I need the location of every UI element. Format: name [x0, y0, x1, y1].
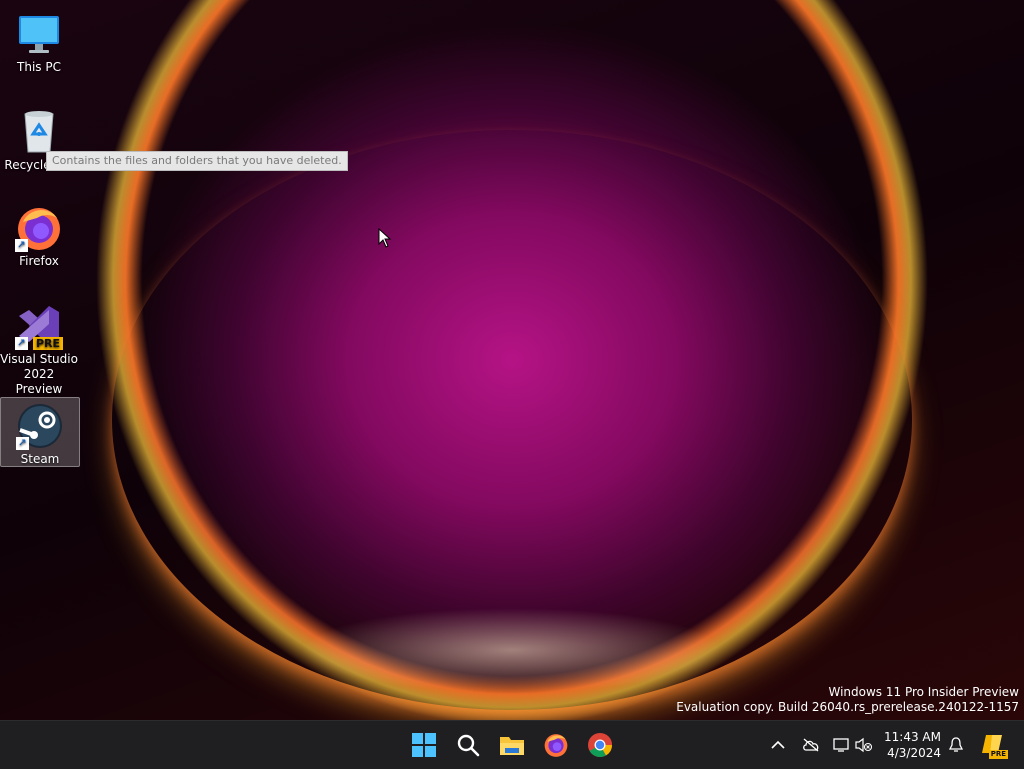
- bell-icon: [949, 737, 963, 752]
- clock[interactable]: 11:43 AM 4/3/2024: [881, 729, 941, 761]
- preview-badge: PRE: [32, 337, 63, 350]
- desktop-icon-steam[interactable]: ↗ Steam: [0, 397, 80, 467]
- desktop-icon-label: This PC: [17, 60, 61, 74]
- shortcut-arrow-icon: ↗: [15, 337, 28, 350]
- shortcut-arrow-icon: ↗: [15, 239, 28, 252]
- file-explorer-button[interactable]: [494, 727, 530, 763]
- copilot-button[interactable]: PRE: [978, 733, 1008, 759]
- desktop-icon-label: Steam: [20, 452, 60, 466]
- chevron-up-icon: [771, 740, 785, 749]
- chrome-icon: [588, 733, 612, 758]
- taskbar: 11:43 AM 4/3/2024 PRE: [0, 720, 1024, 769]
- start-icon: [412, 733, 436, 757]
- shortcut-arrow-icon: ↗: [16, 437, 29, 450]
- firefox-taskbar-button[interactable]: [538, 727, 574, 763]
- firefox-icon: ↗: [15, 204, 63, 252]
- wallpaper-glow: [112, 130, 912, 710]
- desktop-background[interactable]: This PC Recycle Bin Contains the files a…: [0, 0, 1024, 720]
- mouse-cursor-icon: [378, 227, 392, 252]
- desktop-icon-label: Visual Studio 2022 Preview: [0, 352, 78, 396]
- quick-settings-button[interactable]: [830, 733, 876, 757]
- start-button[interactable]: [406, 727, 442, 763]
- notifications-button[interactable]: [946, 733, 966, 757]
- clock-date: 4/3/2024: [887, 746, 941, 760]
- watermark-line-edition: Windows 11 Pro Insider Preview: [828, 685, 1019, 699]
- watermark-line-build: Evaluation copy. Build 26040.rs_prerelea…: [676, 700, 1019, 714]
- steam-icon: ↗: [16, 402, 64, 450]
- chrome-taskbar-button[interactable]: [582, 727, 618, 763]
- clock-time: 11:43 AM: [884, 730, 941, 744]
- evaluation-watermark: Windows 11 Pro Insider Preview Evaluatio…: [676, 685, 1019, 715]
- desktop-icon-visual-studio[interactable]: PRE ↗ Visual Studio 2022 Preview: [0, 298, 78, 397]
- search-icon: [457, 734, 480, 757]
- cloud-offline-icon: [803, 738, 819, 752]
- volume-muted-icon: [855, 737, 873, 753]
- desktop-icon-this-pc[interactable]: This PC: [0, 6, 78, 75]
- desktop-icon-firefox[interactable]: ↗ Firefox: [0, 200, 78, 269]
- this-pc-icon: [15, 10, 63, 58]
- desktop-icon-label: Firefox: [19, 254, 59, 268]
- copilot-icon: PRE: [980, 733, 1008, 759]
- copilot-preview-badge: PRE: [988, 750, 1008, 759]
- visual-studio-icon: PRE ↗: [15, 302, 63, 350]
- file-explorer-icon: [500, 737, 524, 755]
- recycle-bin-tooltip: Contains the files and folders that you …: [46, 151, 348, 171]
- recycle-bin-icon: [15, 108, 63, 156]
- firefox-icon: [544, 734, 568, 757]
- show-hidden-icons-button[interactable]: [768, 733, 788, 757]
- search-button[interactable]: [450, 727, 486, 763]
- onedrive-tray-button[interactable]: [800, 733, 822, 757]
- display-icon: [833, 738, 849, 752]
